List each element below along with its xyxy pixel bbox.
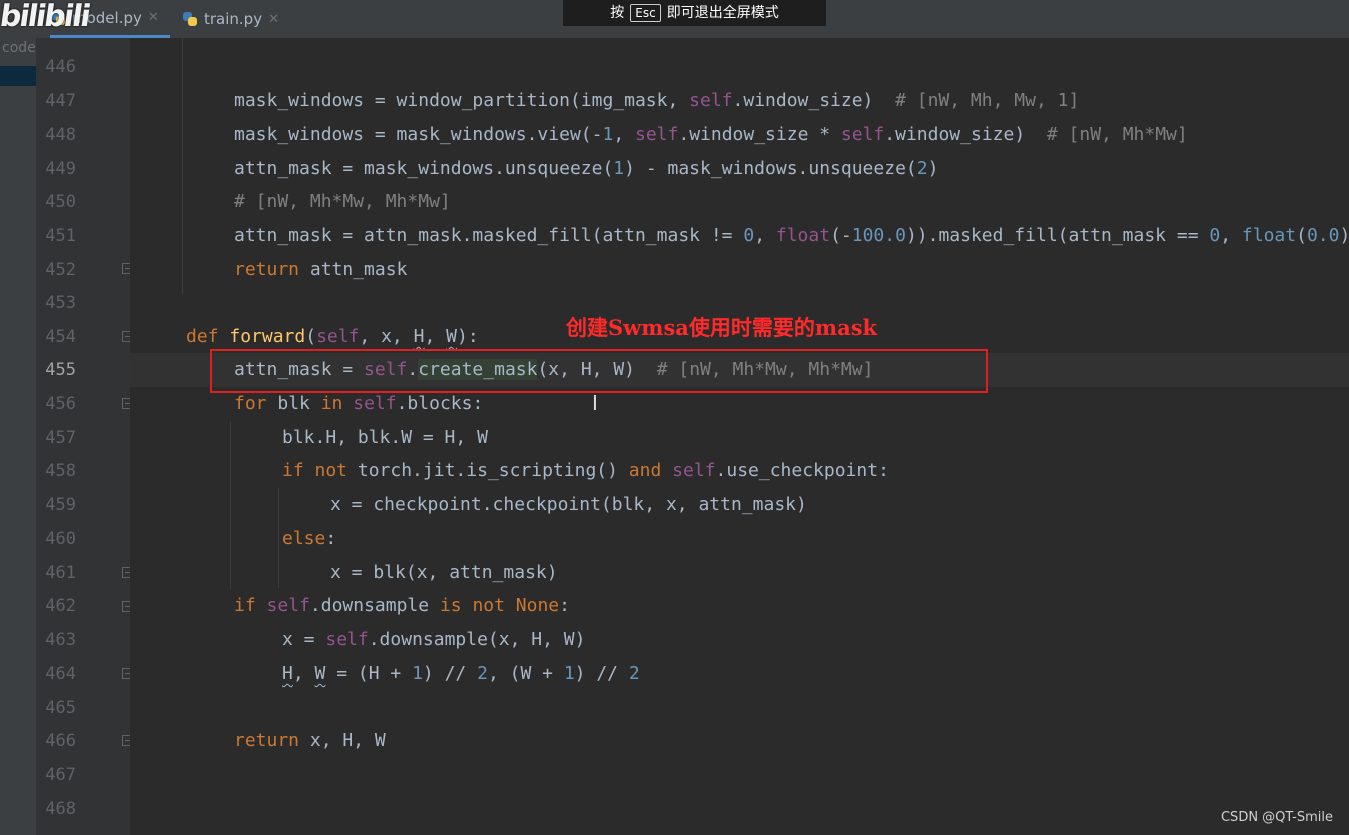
code-line-451: attn_mask = attn_mask.masked_fill(attn_m… (234, 225, 1349, 246)
line-number: 453 (45, 293, 76, 313)
line-number: 454 (45, 327, 76, 347)
code-line-464: H, W = (H + 1) // 2, (W + 1) // 2 (282, 663, 640, 684)
watermark: CSDN @QT-Smile (1220, 810, 1333, 825)
line-number: 457 (45, 428, 76, 448)
code-line-457: blk.H, blk.W = H, W (282, 427, 488, 448)
code-line-459: x = checkpoint.checkpoint(blk, x, attn_m… (330, 494, 807, 515)
indent-guide (182, 38, 183, 294)
line-number: 468 (45, 799, 76, 819)
indent-guide (278, 488, 279, 588)
code-line-449: attn_mask = mask_windows.unsqueeze(1) - … (234, 158, 939, 179)
line-number: 467 (45, 765, 76, 785)
esc-key-badge: Esc (630, 4, 661, 22)
code-line-458: if not torch.jit.is_scripting() and self… (282, 460, 889, 481)
project-sidebar[interactable]: code (0, 0, 36, 835)
tab-train-py[interactable]: train.py ✕ (182, 0, 279, 38)
tip-prefix: 按 (610, 5, 625, 21)
line-number: 449 (45, 159, 76, 179)
line-number: 459 (45, 495, 76, 515)
tab-label: train.py (204, 10, 263, 28)
line-number: 451 (45, 226, 76, 246)
i-beam-icon: I (592, 391, 598, 415)
line-number-current: 455 (45, 360, 76, 380)
fullscreen-tip: 按 Esc 即可退出全屏模式 (563, 0, 826, 26)
code-editor[interactable]: mask_windows = window_partition(img_mask… (130, 38, 1349, 835)
code-line-460: else: (282, 528, 337, 549)
line-number: 464 (45, 664, 76, 684)
line-number: 458 (45, 461, 76, 481)
code-line-450: # [nW, Mh*Mw, Mh*Mw] (234, 191, 451, 212)
code-line-448: mask_windows = mask_windows.view(-1, sel… (234, 124, 1188, 145)
close-icon[interactable]: ✕ (148, 10, 159, 25)
code-line-462: if self.downsample is not None: (234, 595, 570, 616)
line-number: 448 (45, 125, 76, 145)
line-number: 450 (45, 192, 76, 212)
line-number: 463 (45, 630, 76, 650)
code-line-463: x = self.downsample(x, H, W) (282, 629, 586, 650)
line-number: 460 (45, 529, 76, 549)
line-number-gutter[interactable]: 446 447 448 449 450 451 452 453 454 455 … (36, 38, 162, 835)
bilibili-logo: bilibili (0, 0, 92, 34)
python-file-icon (182, 11, 198, 27)
code-line-452: return attn_mask (234, 259, 408, 280)
line-number: 465 (45, 698, 76, 718)
line-number: 456 (45, 394, 76, 414)
line-number: 461 (45, 563, 76, 583)
line-number: 452 (45, 260, 76, 280)
code-line-466: return x, H, W (234, 730, 386, 751)
highlight-box (210, 349, 988, 393)
line-number: 447 (45, 91, 76, 111)
sidebar-folder-label[interactable]: code (2, 40, 36, 56)
line-number: 446 (45, 57, 76, 77)
annotation-note: 创建Swmsa使用时需要的mask (566, 315, 878, 340)
code-line-461: x = blk(x, attn_mask) (330, 562, 558, 583)
code-line-447: mask_windows = window_partition(img_mask… (234, 90, 1080, 111)
tip-suffix: 即可退出全屏模式 (666, 5, 779, 21)
line-number: 466 (45, 731, 76, 751)
indent-guide (230, 421, 231, 589)
close-icon[interactable]: ✕ (268, 12, 279, 27)
sidebar-selection (0, 66, 36, 86)
line-number: 462 (45, 596, 76, 616)
